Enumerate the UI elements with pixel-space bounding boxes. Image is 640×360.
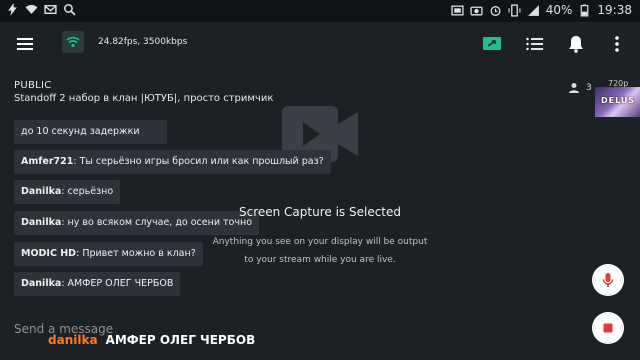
caption-username: danilka bbox=[48, 333, 98, 347]
screen-capture-description-line2: to your stream while you are live. bbox=[244, 255, 396, 265]
viewer-count-value: 3 bbox=[586, 83, 592, 93]
chat-message-author: Danilka bbox=[21, 186, 62, 197]
more-vert-icon[interactable] bbox=[604, 31, 630, 57]
thumbnail-text: DELUS bbox=[601, 96, 636, 105]
clock: 19:38 bbox=[597, 3, 632, 17]
chat-message-author: Danilka bbox=[21, 278, 62, 289]
chat-message: Amfer721: Ты серьёзно игры бросил или ка… bbox=[14, 150, 331, 174]
live-caption: danilka АМФЕР ОЛЕГ ЧЕРБОВ bbox=[48, 333, 255, 347]
stream-preview-thumbnail[interactable]: DELUS bbox=[595, 87, 640, 117]
wifi-status-icon bbox=[62, 31, 84, 53]
app-toolbar: 24.82fps, 3500kbps bbox=[0, 22, 640, 66]
caption-text: АМФЕР ОЛЕГ ЧЕРБОВ bbox=[105, 333, 256, 347]
chat-message-text: серьёзно bbox=[67, 186, 114, 197]
chat-message-text: Ты серьёзно игры бросил или как прошлый … bbox=[79, 156, 324, 167]
viewer-count: 3 bbox=[568, 82, 592, 94]
screen-share-icon[interactable] bbox=[479, 31, 505, 57]
camera-icon bbox=[470, 6, 483, 15]
mail-icon bbox=[44, 5, 57, 14]
cell-signal-icon bbox=[527, 4, 539, 16]
stream-title: Standoff 2 набор в клан |ЮТУБ|, просто с… bbox=[14, 93, 274, 104]
chat-message-author: Amfer721 bbox=[21, 156, 74, 167]
microphone-icon bbox=[602, 273, 614, 287]
chat-message-text: АМФЕР ОЛЕГ ЧЕРБОВ bbox=[67, 278, 174, 289]
stream-visibility: PUBLIC bbox=[14, 80, 52, 91]
battery-icon bbox=[581, 4, 589, 17]
screen-capture-title: Screen Capture is Selected bbox=[238, 205, 402, 219]
search-icon bbox=[63, 3, 76, 16]
chat-message: Danilka: серьёзно bbox=[14, 180, 121, 204]
chat-message-text: до 10 секунд задержки bbox=[21, 126, 140, 137]
list-icon[interactable] bbox=[522, 31, 548, 57]
menu-icon[interactable] bbox=[12, 31, 38, 57]
bell-icon[interactable] bbox=[563, 31, 589, 57]
screen-capture-description-line1: Anything you see on your display will be… bbox=[212, 237, 428, 247]
chat-message: до 10 секунд задержки bbox=[14, 120, 167, 144]
cast-icon bbox=[451, 5, 464, 15]
chat-message: Danilka: АМФЕР ОЛЕГ ЧЕРБОВ bbox=[14, 272, 181, 296]
stop-stream-button[interactable] bbox=[592, 312, 624, 344]
vibrate-icon bbox=[508, 3, 521, 17]
microphone-button[interactable] bbox=[592, 264, 624, 296]
wifi-icon bbox=[25, 4, 38, 14]
stream-stats: 24.82fps, 3500kbps bbox=[98, 37, 188, 47]
status-bar: 40% 19:38 bbox=[0, 0, 640, 22]
stop-icon bbox=[603, 323, 613, 333]
battery-percent: 40% bbox=[545, 3, 573, 17]
bolt-icon bbox=[8, 3, 17, 16]
person-icon bbox=[569, 83, 579, 93]
alarm-icon bbox=[490, 5, 501, 16]
